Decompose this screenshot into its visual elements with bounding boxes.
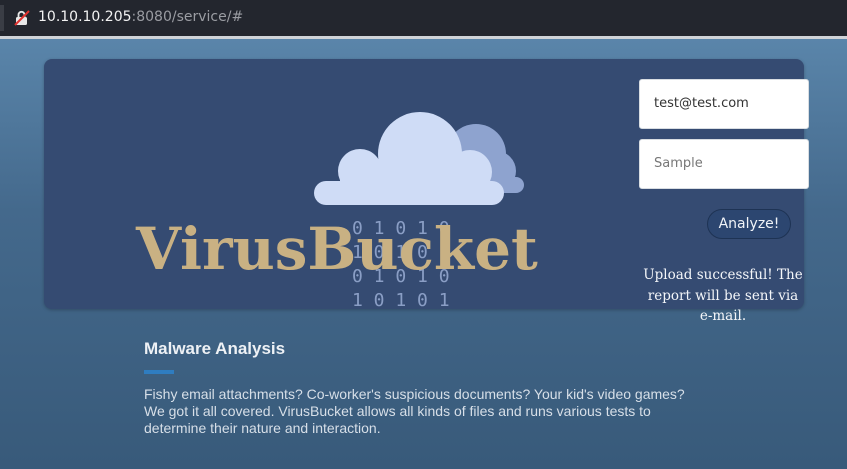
section-description: Fishy email attachments? Co-worker's sus… xyxy=(144,386,685,436)
url-bar-edge xyxy=(0,5,4,31)
analyze-button[interactable]: Analyze! xyxy=(707,209,791,239)
title-underline xyxy=(144,370,174,374)
binary-row-4: 1 0 1 0 1 xyxy=(352,290,450,309)
url-path: :8080/service/# xyxy=(131,9,244,25)
insecure-lock-icon[interactable] xyxy=(14,10,30,26)
url-host: 10.10.10.205 xyxy=(38,9,132,25)
address-text[interactable]: 10.10.10.205:8080/service/# xyxy=(38,9,243,25)
logo-text: VirusBucket xyxy=(135,215,538,283)
page-content: 0 1 0 1 0 1 0 1 0 1 0 1 0 1 0 1 0 1 0 1 … xyxy=(0,39,847,469)
section-title: Malware Analysis xyxy=(144,339,286,358)
email-input[interactable]: test@test.com xyxy=(639,79,809,129)
browser-url-bar[interactable]: 10.10.10.205:8080/service/# xyxy=(0,0,847,37)
upload-status-message: Upload successful! The report will be se… xyxy=(643,267,803,324)
sample-input[interactable]: Sample xyxy=(639,139,809,189)
